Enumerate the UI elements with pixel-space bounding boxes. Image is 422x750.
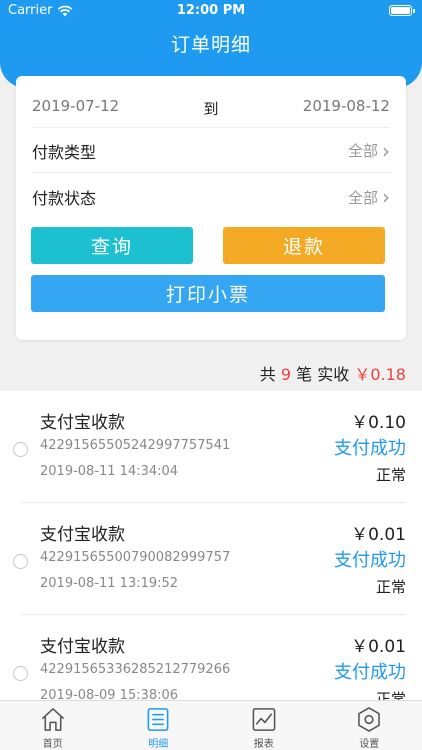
payment-method: 支付宝收款	[40, 413, 125, 433]
chevron-right-icon: ›	[382, 185, 390, 209]
tab-home[interactable]: 首页	[0, 701, 106, 750]
list-item[interactable]: 支付宝收款 4229156550524299775754​1 2019-08-1…	[0, 391, 422, 503]
order-state: 正常	[375, 466, 406, 484]
order-amount: ￥0.01	[351, 637, 406, 657]
payment-method: 支付宝收款	[40, 525, 125, 545]
order-time: 2019-08-11 14:34:04	[40, 464, 179, 479]
date-range-row: 2019-07-12 到 2019-08-12	[32, 84, 390, 128]
page-title: 订单明细	[170, 34, 251, 56]
order-amount: ￥0.10	[351, 413, 406, 433]
pay-status: 支付成功	[334, 550, 406, 571]
pay-state-row[interactable]: 付款状态 全部 ›	[32, 175, 390, 219]
tab-report[interactable]: 报表	[211, 701, 317, 750]
query-button[interactable]: 查询	[31, 227, 193, 264]
end-date-field[interactable]: 2019-08-12	[303, 97, 390, 115]
header: Carrier 12:00 PM 订单明细	[0, 0, 422, 88]
order-count: 9	[280, 365, 292, 384]
pay-status: 支付成功	[334, 662, 406, 683]
pay-type-row[interactable]: 付款类型 全部 ›	[32, 129, 390, 173]
settings-icon	[358, 707, 381, 732]
summary-prefix: 共	[259, 365, 276, 384]
date-to-label: 到	[203, 100, 219, 118]
order-state: 正常	[375, 578, 406, 596]
pay-status: 支付成功	[334, 438, 406, 459]
refund-button[interactable]: 退款	[223, 227, 385, 264]
battery-icon	[389, 5, 415, 16]
tab-label: 首页	[42, 739, 63, 750]
chevron-right-icon: ›	[382, 138, 390, 163]
tab-details[interactable]: 明细	[106, 701, 212, 750]
order-time: 2019-08-11 13:19:52	[40, 576, 179, 591]
list-item[interactable]: 支付宝收款 422915655007900829​99757 2019-08-1…	[0, 503, 422, 615]
pay-state-value: 全部	[347, 188, 378, 207]
list-icon	[147, 708, 169, 731]
start-date-field[interactable]: 2019-07-12	[32, 97, 119, 115]
select-radio[interactable]	[13, 442, 28, 457]
tab-label: 设置	[359, 739, 380, 750]
count-unit: 笔	[296, 365, 313, 384]
order-number: 4229156533628521277926​6	[40, 662, 231, 677]
order-number: 422915655007900829​99757	[40, 550, 231, 565]
status-time: 12:00 PM	[176, 3, 246, 18]
filter-card: 2019-07-12 到 2019-08-12 付款类型 全部 › 付款状态 全…	[16, 76, 406, 340]
list-item[interactable]: 支付宝收款 4229156533628521277926​6 2019-08-0…	[0, 615, 422, 700]
paid-amount: ￥0.18	[354, 365, 406, 384]
paid-label: 实收	[317, 365, 350, 384]
pay-state-label: 付款状态	[32, 189, 97, 208]
order-amount: ￥0.01	[351, 525, 406, 545]
tab-bar: 首页 明细 报表 设置	[0, 700, 422, 750]
order-list: 支付宝收款 4229156550524299775754​1 2019-08-1…	[0, 391, 422, 700]
tab-label: 报表	[253, 739, 274, 750]
order-summary: 共 9 笔 实收 ￥0.18	[260, 361, 406, 385]
payment-method: 支付宝收款	[40, 637, 125, 657]
tab-settings[interactable]: 设置	[317, 701, 422, 750]
order-time: 2019-08-09 15:38:06	[40, 688, 179, 700]
pay-type-label: 付款类型	[32, 142, 97, 162]
pay-type-value: 全部	[347, 142, 378, 160]
order-state: 正常	[375, 690, 406, 700]
select-radio[interactable]	[13, 554, 28, 569]
print-receipt-button[interactable]: 打印小票	[31, 275, 385, 312]
pay-type-selector[interactable]: 全部 ›	[348, 140, 390, 161]
chart-icon	[252, 708, 276, 731]
order-number: 4229156550524299775754​1	[40, 438, 231, 453]
select-radio[interactable]	[13, 666, 28, 681]
status-bar: Carrier 12:00 PM	[0, 0, 422, 22]
pay-state-selector[interactable]: 全部 ›	[348, 187, 390, 208]
home-icon	[41, 708, 64, 731]
tab-label: 明细	[148, 739, 169, 750]
